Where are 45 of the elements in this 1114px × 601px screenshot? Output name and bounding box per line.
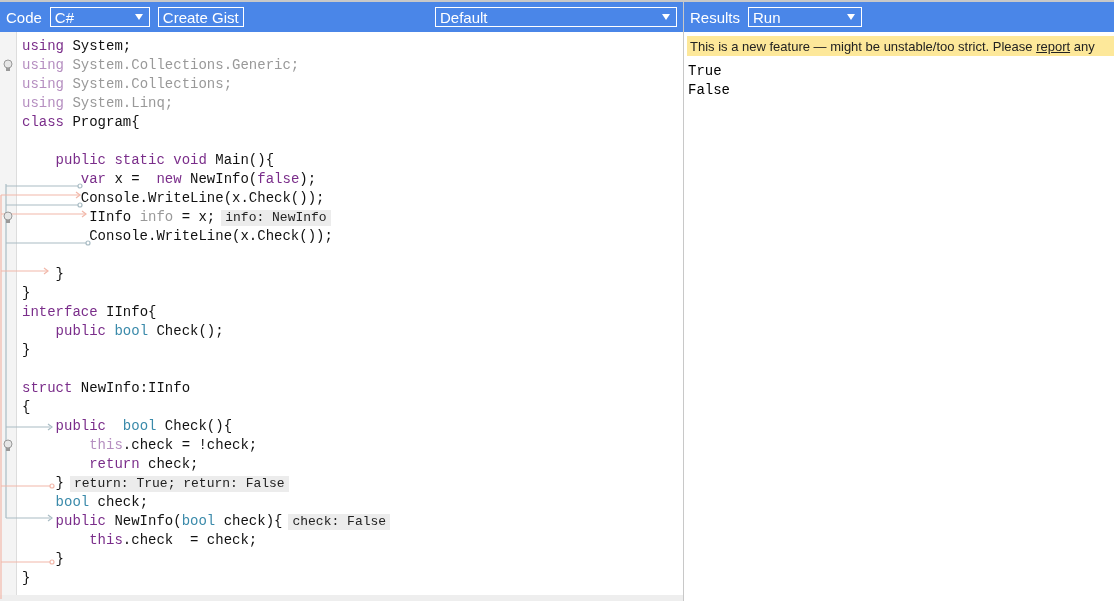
report-link[interactable]: report bbox=[1036, 39, 1071, 54]
code-line: public NewInfo(bool check){ bbox=[54, 512, 283, 531]
code-line: } bbox=[22, 569, 31, 588]
caret-icon bbox=[847, 14, 856, 20]
caret-icon bbox=[134, 14, 143, 20]
output-line: True bbox=[688, 62, 722, 81]
code-line: var x = new NewInfo(false); bbox=[79, 170, 317, 189]
results-label: Results bbox=[690, 8, 741, 26]
value-annotation: return: True; return: False bbox=[70, 475, 289, 492]
code-label: Code bbox=[6, 8, 42, 26]
code-line: public bool Check(); bbox=[54, 322, 224, 341]
lightbulb-icon[interactable] bbox=[3, 439, 13, 452]
run-select[interactable]: Run bbox=[748, 7, 863, 27]
code-line: Console.WriteLine(x.Check()); bbox=[88, 227, 333, 246]
create-gist-button[interactable]: Create Gist bbox=[157, 7, 244, 27]
code-line: struct NewInfo:IInfo bbox=[22, 379, 191, 398]
code-line: public static void Main(){ bbox=[54, 151, 275, 170]
code-line: class Program{ bbox=[22, 113, 140, 132]
output-line: False bbox=[688, 81, 730, 100]
code-line: using System.Collections.Generic; bbox=[22, 56, 300, 75]
code-line: public bool Check(){ bbox=[54, 417, 233, 436]
lightbulb-icon[interactable] bbox=[3, 211, 13, 224]
code-line: using System; bbox=[22, 37, 132, 56]
code-line: IInfo info = x; bbox=[88, 208, 216, 227]
code-line: this.check = check; bbox=[88, 531, 258, 550]
caret-icon bbox=[662, 14, 670, 20]
value-annotation: check: False bbox=[288, 513, 391, 530]
notice-text: This is a new feature — might be unstable/too strict. Please report any bbox=[690, 39, 1095, 54]
code-line: } bbox=[22, 284, 31, 303]
code-line: } bbox=[54, 474, 64, 493]
language-select[interactable]: C# bbox=[49, 7, 150, 27]
code-line: using System.Linq; bbox=[22, 94, 174, 113]
code-line: return check; bbox=[88, 455, 199, 474]
code-line: } bbox=[22, 341, 31, 360]
code-line: } bbox=[54, 265, 64, 284]
lightbulb-icon[interactable] bbox=[3, 59, 13, 72]
value-annotation: info: NewInfo bbox=[221, 209, 331, 226]
code-line: interface IInfo{ bbox=[22, 303, 157, 322]
code-line: using System.Collections; bbox=[22, 75, 233, 94]
code-line: this.check = !check; bbox=[88, 436, 258, 455]
code-line: } bbox=[54, 550, 64, 569]
code-line: bool check; bbox=[54, 493, 149, 512]
mode-select[interactable]: Default bbox=[435, 7, 677, 27]
code-line: Console.WriteLine(x.Check()); bbox=[79, 189, 325, 208]
code-line: { bbox=[22, 398, 31, 417]
